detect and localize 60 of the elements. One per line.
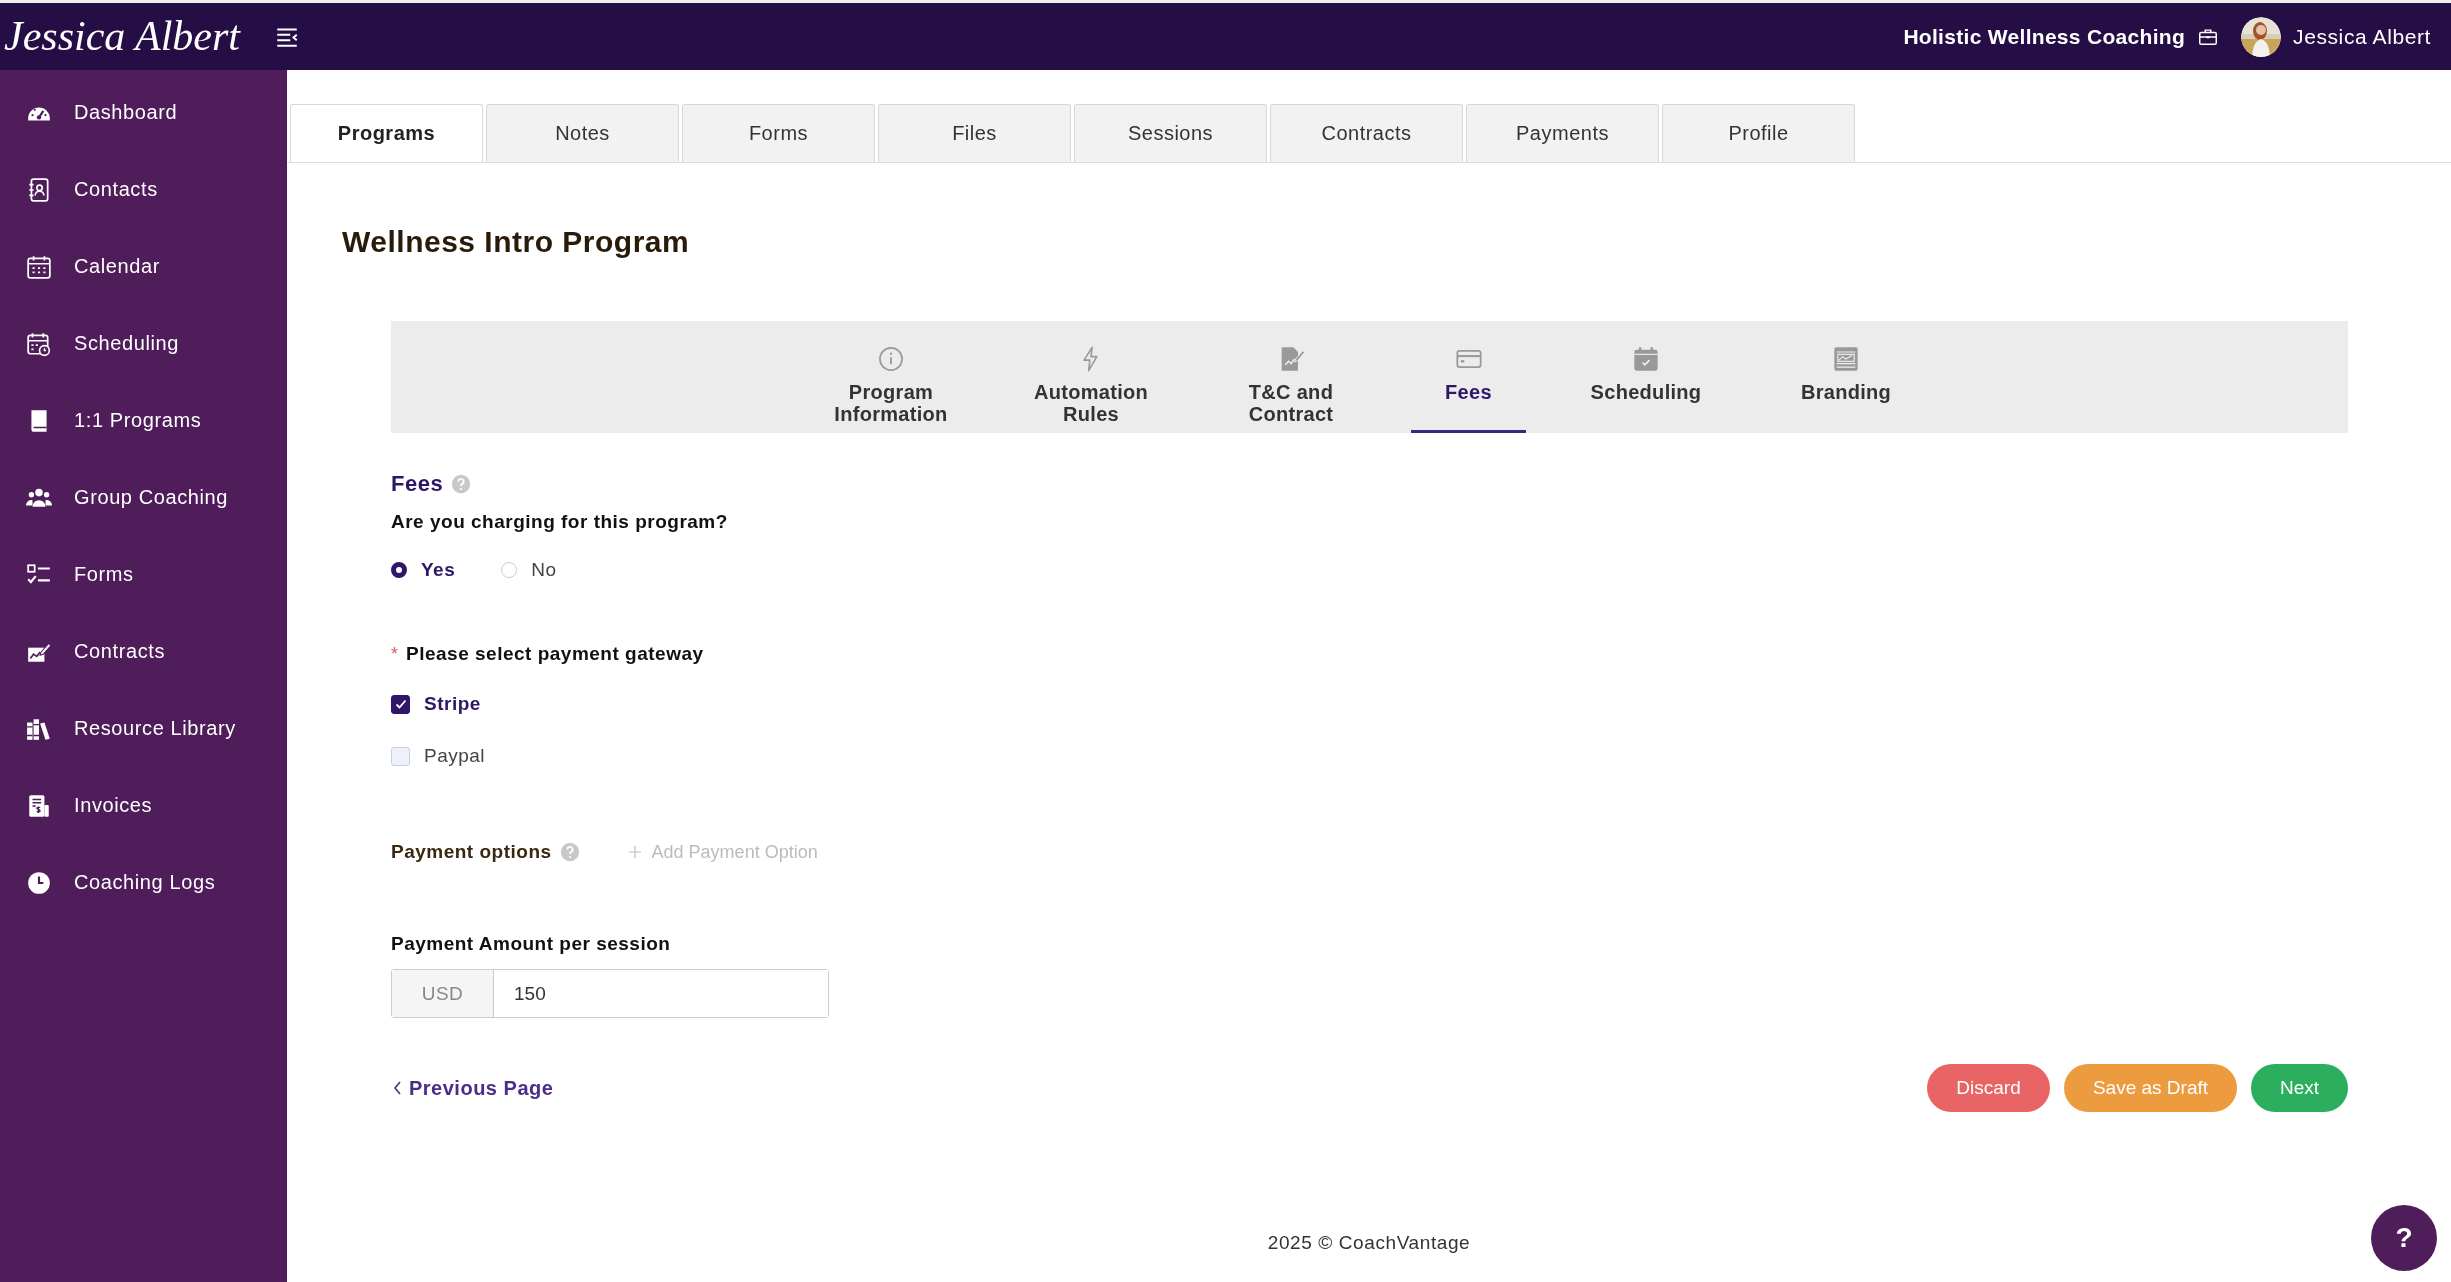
sidebar-item[interactable]: Contacts	[0, 151, 287, 228]
sidebar-item[interactable]: Coaching Logs	[0, 844, 287, 921]
tab[interactable]: Notes	[486, 104, 679, 162]
logo: Jessica Albert	[3, 12, 242, 62]
help-button[interactable]: ?	[2371, 1205, 2437, 1271]
contacts-icon	[26, 176, 52, 203]
step-tab[interactable]: Program Information	[811, 321, 971, 433]
radio-option[interactable]: Yes	[391, 559, 456, 581]
radio-option[interactable]: No	[501, 559, 557, 581]
section-heading: Fees	[391, 471, 444, 497]
step-tab[interactable]: T&C and Contract	[1211, 321, 1371, 433]
sidebar-item[interactable]: Calendar	[0, 228, 287, 305]
step-tab[interactable]: Branding	[1766, 321, 1926, 433]
invoice-icon	[26, 792, 52, 819]
sidebar-item[interactable]: Forms	[0, 536, 287, 613]
option-label: Yes	[421, 559, 456, 581]
tab[interactable]: Payments	[1466, 104, 1659, 162]
sidebar-item[interactable]: Invoices	[0, 767, 287, 844]
currency-addon: USD	[392, 970, 494, 1017]
step-tab[interactable]: Fees	[1411, 321, 1526, 433]
calendar-check-icon	[1632, 345, 1660, 373]
sidebar-item[interactable]: Group Coaching	[0, 459, 287, 536]
calendar-icon	[26, 253, 52, 280]
user-name[interactable]: Jessica Albert	[2293, 24, 2431, 49]
chevron-left-icon	[391, 1080, 403, 1096]
checkbox-label: Paypal	[424, 745, 486, 767]
sidebar-item[interactable]: Dashboard	[0, 74, 287, 151]
sidebar-item[interactable]: Contracts	[0, 613, 287, 690]
step-tab[interactable]: Scheduling	[1566, 321, 1726, 433]
checkbox[interactable]	[391, 694, 410, 714]
page-title: Wellness Intro Program	[342, 225, 691, 259]
previous-link[interactable]: Previous Page	[391, 1076, 554, 1100]
field-label: Please select payment gateway	[406, 643, 704, 665]
tab[interactable]: Files	[878, 104, 1071, 162]
field-label: Payment options	[391, 841, 552, 863]
sidebar-item[interactable]: Resource Library	[0, 690, 287, 767]
tab[interactable]: Contracts	[1270, 104, 1463, 162]
tab[interactable]: Forms	[682, 104, 875, 162]
required-mark: *	[391, 643, 398, 665]
tab[interactable]: Sessions	[1074, 104, 1267, 162]
calendar-clock-icon	[26, 330, 52, 357]
option-label: No	[531, 559, 557, 581]
info-icon	[877, 345, 905, 373]
amount-field[interactable]: USD 150	[391, 969, 829, 1018]
radio-button[interactable]	[391, 562, 407, 578]
checkbox-label: Stripe	[424, 693, 481, 715]
tab[interactable]: Profile	[1662, 104, 1855, 162]
help-icon	[559, 842, 580, 862]
business-name: Holistic Wellness Coaching	[1903, 24, 2186, 49]
step-tab[interactable]: Automation Rules	[1011, 321, 1171, 433]
sidebar-item[interactable]: 1:1 Programs	[0, 382, 287, 459]
check-icon	[393, 697, 408, 711]
layout-icon	[1832, 345, 1860, 373]
sidebar-item[interactable]: Scheduling	[0, 305, 287, 382]
help-icon	[451, 474, 472, 494]
clock-icon	[26, 869, 52, 896]
question-label: Are you charging for this program?	[391, 511, 729, 533]
field-label: Payment Amount per session	[391, 933, 672, 955]
tab[interactable]: Programs	[290, 104, 483, 162]
footer-text: 2025 © CoachVantage	[1267, 1232, 1471, 1254]
